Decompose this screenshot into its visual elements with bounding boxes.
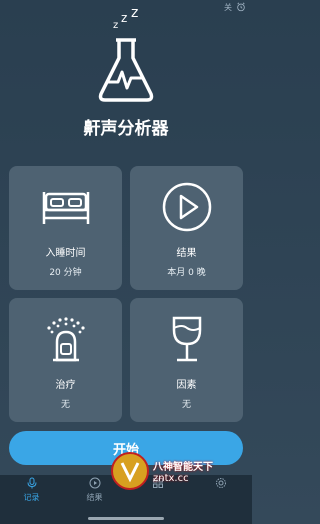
card-title: 因素 [176,380,197,391]
nav-label: 记录 [23,493,40,502]
watermark-url: zntx.cc [153,473,189,484]
watermark: 八神智能天下 zntx.cc [110,448,252,494]
card-title: 治疗 [55,380,76,391]
card-factors[interactable]: 因素 无 [130,298,243,422]
feature-grid: 入睡时间 20 分钟 结果 本月 0 晚 治疗 无 因素 无 [9,166,243,422]
card-title: 入睡时间 [45,248,86,259]
svg-text:z: z [113,20,118,31]
inhaler-icon [46,317,85,362]
home-indicator [88,517,164,520]
bed-icon [42,192,89,224]
watermark-logo-icon [111,452,149,490]
nav-item-record[interactable]: 记录 [2,477,62,503]
card-value: 20 分钟 [49,268,82,278]
watermark-text: 八神智能天下 [153,462,213,473]
card-value: 无 [181,400,191,410]
card-sleep-onset[interactable]: 入睡时间 20 分钟 [9,166,122,290]
card-title: 结果 [176,248,197,259]
nav-label: 结果 [86,493,103,502]
card-value: 本月 0 晚 [167,268,206,278]
mic-icon [27,477,36,489]
flask-sleep-icon: z z z [98,8,154,102]
svg-text:z: z [121,11,127,25]
card-results[interactable]: 结果 本月 0 晚 [130,166,243,290]
play-icon [162,182,211,232]
svg-text:z: z [131,8,138,21]
hero: z z z [0,8,252,108]
card-value: 无 [60,400,70,410]
app-title: 鼾声分析器 [83,119,169,139]
wine-glass-icon [172,316,201,362]
card-remedies[interactable]: 治疗 无 [9,298,122,422]
play-icon [89,477,100,489]
